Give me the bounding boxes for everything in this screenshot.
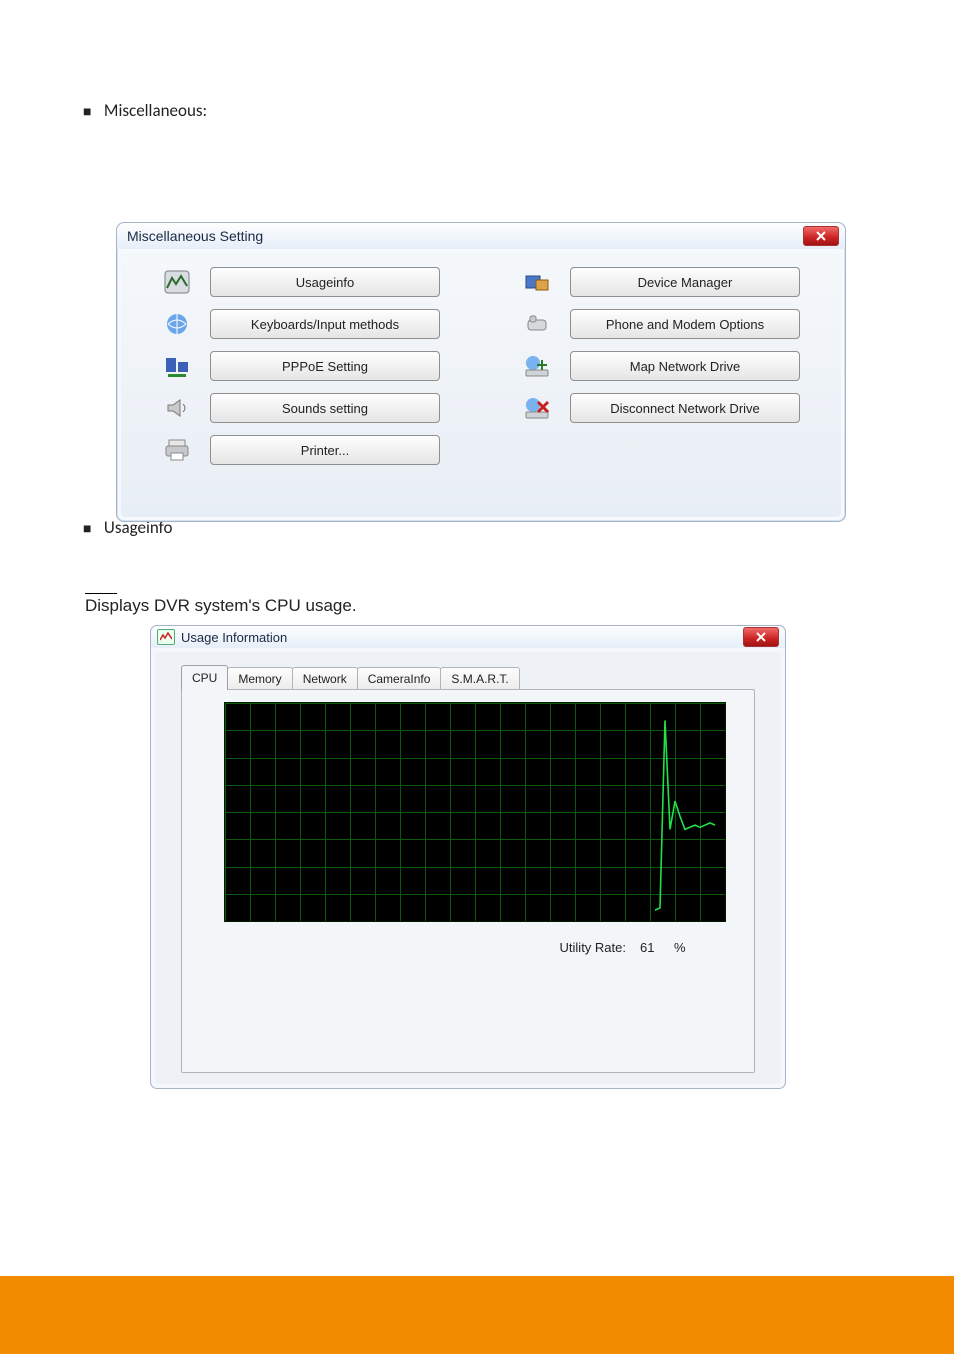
dialog-title: Miscellaneous Setting <box>127 228 263 244</box>
usage-app-icon <box>157 629 175 645</box>
usageinfo-button[interactable]: Usageinfo <box>210 267 440 297</box>
dialog-title: Usage Information <box>181 630 287 645</box>
dialog-titlebar: Miscellaneous Setting <box>117 223 845 249</box>
usageinfo-icon <box>162 269 192 295</box>
keyboards-icon <box>162 311 192 337</box>
cpu-usage-chart <box>224 702 726 922</box>
section-underline <box>85 593 117 594</box>
sounds-setting-button[interactable]: Sounds setting <box>210 393 440 423</box>
bullet-square-icon: ■ <box>83 103 91 119</box>
bullet-miscellaneous: ■ Miscellaneous: <box>83 100 207 121</box>
close-icon <box>816 231 826 241</box>
utility-rate-readout: Utility Rate: 61 % <box>560 940 694 955</box>
device-manager-button[interactable]: Device Manager <box>570 267 800 297</box>
close-button[interactable] <box>743 627 779 647</box>
tab-memory[interactable]: Memory <box>227 667 292 690</box>
map-network-drive-button[interactable]: Map Network Drive <box>570 351 800 381</box>
bullet-miscellaneous-text: Miscellaneous: <box>104 100 207 121</box>
tab-smart[interactable]: S.M.A.R.T. <box>440 667 519 690</box>
disconnect-drive-icon <box>522 395 552 421</box>
utility-rate-label: Utility Rate: <box>560 940 626 955</box>
dialog-body: CPU Memory Network CameraInfo S.M.A.R.T.… <box>155 652 781 1084</box>
close-button[interactable] <box>803 226 839 246</box>
disconnect-network-drive-button[interactable]: Disconnect Network Drive <box>570 393 800 423</box>
miscellaneous-setting-dialog: Miscellaneous Setting Usageinfo <box>116 222 846 522</box>
tab-camerainfo[interactable]: CameraInfo <box>357 667 442 690</box>
bullet-square-icon: ■ <box>83 520 91 536</box>
phone-modem-options-button[interactable]: Phone and Modem Options <box>570 309 800 339</box>
tab-pane-cpu: Utility Rate: 61 % <box>181 689 755 1073</box>
tab-strip: CPU Memory Network CameraInfo S.M.A.R.T. <box>181 666 519 690</box>
keyboards-input-methods-button[interactable]: Keyboards/Input methods <box>210 309 440 339</box>
pppoe-setting-button[interactable]: PPPoE Setting <box>210 351 440 381</box>
printer-button[interactable]: Printer... <box>210 435 440 465</box>
sounds-icon <box>162 395 192 421</box>
map-drive-icon <box>522 353 552 379</box>
tab-cpu[interactable]: CPU <box>181 665 228 690</box>
device-manager-icon <box>522 269 552 295</box>
tab-network[interactable]: Network <box>292 667 358 690</box>
dialog-titlebar: Usage Information <box>151 626 785 648</box>
page-footer-bar <box>0 1276 954 1354</box>
close-icon <box>756 632 766 642</box>
utility-rate-value: 61 <box>640 940 660 955</box>
utility-rate-unit: % <box>674 940 694 955</box>
pppoe-icon <box>162 353 192 379</box>
dialog-body: Usageinfo Keyboards/Input methods PPPoE … <box>121 253 841 517</box>
usage-information-dialog: Usage Information CPU Memory Network Cam… <box>150 625 786 1089</box>
left-column: Usageinfo Keyboards/Input methods PPPoE … <box>121 253 481 517</box>
right-column: Device Manager Phone and Modem Options M… <box>481 253 841 517</box>
phone-modem-icon <box>522 311 552 337</box>
printer-icon <box>162 437 192 463</box>
caption-cpu-usage: Displays DVR system's CPU usage. <box>85 596 357 616</box>
